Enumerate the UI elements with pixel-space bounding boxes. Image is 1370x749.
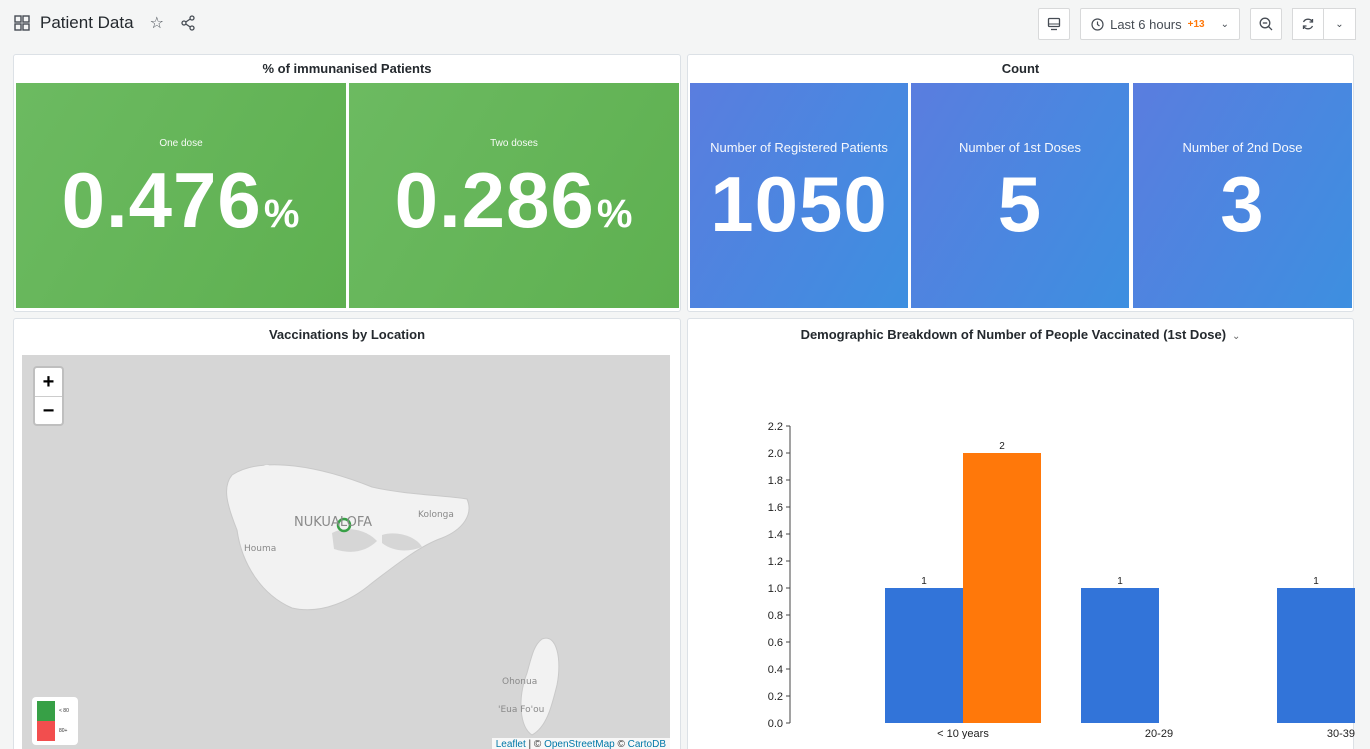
stat-label: Number of 2nd Dose — [1182, 140, 1303, 155]
dashboard-header: Patient Data ☆ — [14, 13, 196, 33]
y-tick-label: 1.8 — [768, 475, 783, 487]
stat-label: Number of Registered Patients — [710, 140, 888, 155]
panel-title[interactable]: Vaccinations by Location — [14, 321, 680, 349]
stat-second-dose: Number of 2nd Dose 3 — [1133, 83, 1352, 308]
x-tick-label: 20-29 — [1145, 728, 1173, 739]
stat-label: Two doses — [490, 138, 538, 149]
bar — [963, 453, 1041, 723]
stat-value: 0.476% — [61, 156, 301, 244]
stat-registered-patients: Number of Registered Patients 1050 — [690, 83, 908, 308]
island-shapes — [226, 464, 560, 736]
map-label-kolonga: Kolonga — [418, 510, 454, 520]
apps-icon[interactable] — [14, 15, 30, 31]
map-view[interactable]: NUKUALOFA Kolonga Houma Ohonua 'Eua Fo'o… — [22, 355, 670, 749]
y-tick-label: 0.4 — [768, 664, 783, 676]
x-tick-label: 30-39 — [1327, 728, 1355, 739]
map-panel: Vaccinations by Location NUKUALOFA Kolon… — [13, 318, 681, 749]
map-label-eua: 'Eua Fo'ou — [498, 705, 545, 715]
data-label: 1 — [921, 576, 927, 587]
legend-label: < 80 — [59, 708, 69, 714]
legend-swatch — [37, 701, 55, 721]
tv-mode-button[interactable] — [1038, 8, 1071, 40]
chevron-down-icon: ⌄ — [1335, 18, 1344, 30]
bar — [1081, 588, 1159, 723]
y-tick-label: 0.2 — [768, 691, 783, 703]
zoom-out-map-button[interactable]: − — [35, 396, 62, 424]
refresh-interval-dropdown[interactable]: ⌄ — [1324, 8, 1356, 40]
refresh-button[interactable] — [1292, 8, 1324, 40]
legend-label: 80+ — [59, 728, 68, 734]
legend-row: < 80 — [37, 701, 73, 721]
stat-value: 1050 — [710, 160, 888, 248]
count-panel: Count Number of Registered Patients 1050… — [687, 54, 1354, 312]
legend-row: 80+ — [37, 721, 73, 741]
cartodb-link[interactable]: CartoDB — [628, 739, 666, 749]
y-tick-label: 0.6 — [768, 637, 783, 649]
share-icon[interactable] — [180, 15, 196, 31]
y-tick-label: 2.2 — [768, 421, 783, 433]
stat-label: One dose — [159, 138, 203, 149]
y-tick-label: 0.8 — [768, 610, 783, 622]
refresh-icon — [1302, 18, 1314, 30]
stat-two-doses: Two doses 0.286% — [349, 83, 679, 308]
zoom-in-button[interactable]: + — [35, 368, 62, 396]
star-icon[interactable]: ☆ — [150, 13, 164, 33]
data-label: 2 — [999, 441, 1005, 452]
stat-first-doses: Number of 1st Doses 5 — [911, 83, 1129, 308]
stat-value: 0.286% — [394, 156, 634, 244]
immunised-panel: % of immunanised Patients One dose 0.476… — [13, 54, 681, 312]
map-label-houma: Houma — [244, 544, 277, 554]
data-label: 1 — [1313, 576, 1319, 587]
leaflet-link[interactable]: Leaflet — [496, 739, 526, 749]
y-tick-label: 2.0 — [768, 448, 783, 460]
tv-icon — [1047, 17, 1061, 31]
y-tick-label: 0.0 — [768, 718, 783, 730]
y-tick-label: 1.6 — [768, 502, 783, 514]
panel-title[interactable]: % of immunanised Patients — [14, 55, 680, 83]
bar — [885, 588, 963, 723]
osm-link[interactable]: OpenStreetMap — [544, 739, 615, 749]
chevron-down-icon: ⌄ — [1220, 18, 1229, 30]
stat-one-dose: One dose 0.476% — [16, 83, 346, 308]
stat-label: Number of 1st Doses — [958, 140, 1082, 155]
map-label-city: NUKUALOFA — [294, 515, 373, 530]
x-tick-label: < 10 years — [937, 728, 989, 739]
stat-value: 5 — [997, 160, 1043, 248]
data-label: 1 — [1117, 576, 1123, 587]
dashboard-title[interactable]: Patient Data — [40, 13, 134, 33]
y-tick-label: 1.0 — [768, 583, 783, 595]
map-label-ohonua: Ohonua — [502, 677, 538, 687]
panel-title[interactable]: Count — [688, 55, 1353, 83]
y-tick-label: 1.2 — [768, 556, 783, 568]
demographic-panel: Demographic Breakdown of Number of Peopl… — [687, 318, 1355, 749]
zoom-out-button[interactable] — [1250, 8, 1282, 40]
stat-value: 3 — [1220, 160, 1265, 248]
clock-icon — [1091, 17, 1104, 31]
time-range-picker[interactable]: Last 6 hours +13 ⌄ — [1080, 8, 1240, 40]
bar-chart: 0.0 0.2 0.4 0.6 0.8 1.0 1.2 1.4 1.6 1.8 2.0 2.2 1 2 1 1… — [768, 421, 1355, 739]
toolbar: Last 6 hours +13 ⌄ ⌄ — [1038, 8, 1356, 40]
refresh-group: ⌄ — [1292, 8, 1356, 40]
time-range-label: Last 6 hours — [1110, 16, 1182, 32]
timezone-offset: +13 — [1187, 18, 1205, 30]
map-zoom-control: + − — [33, 366, 64, 426]
y-tick-label: 1.4 — [768, 529, 783, 541]
top-bar: Patient Data ☆ Last 6 hours +13 ⌄ ⌄ — [0, 0, 1370, 52]
zoom-out-icon — [1259, 17, 1273, 31]
bar — [1277, 588, 1355, 723]
map-attribution: Leaflet | © OpenStreetMap © CartoDB — [491, 738, 670, 749]
legend-swatch — [37, 721, 55, 741]
map-legend: < 80 80+ — [32, 697, 78, 745]
